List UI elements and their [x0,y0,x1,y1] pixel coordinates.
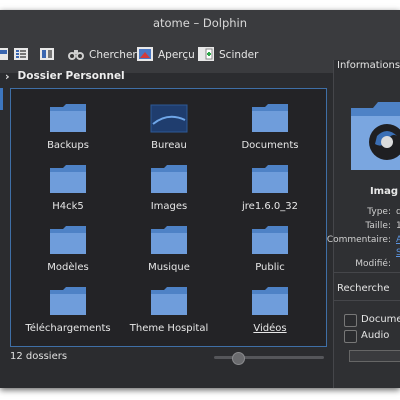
info-panel: Informations Imag Type: d Taille: 1 Comm… [327,60,400,388]
search-field[interactable] [349,350,400,362]
dolphin-window: atome – Dolphin Chercher Aperçu Scinder … [0,10,400,388]
folder-icon [151,287,187,315]
zoom-slider[interactable] [214,356,324,359]
info-comment-label: Commentaire: [326,235,391,245]
folder-label: Vidéos [253,323,287,334]
folder-icon [50,165,86,193]
icons-view-icon [0,47,14,63]
info-type-label: Type: [367,207,391,217]
folder-item[interactable]: jre1.6.0_32 [224,163,316,212]
preview-button[interactable]: Aperçu [137,37,195,73]
folder-item[interactable]: Public [224,224,316,273]
folder-icon [252,104,288,132]
folder-label: Documents [241,140,299,151]
binoculars-icon [68,47,84,63]
search-option-audio-checkbox[interactable] [344,330,357,343]
search-option-documents-label: Documen [361,314,400,325]
info-type-value: d [396,207,400,217]
split-view-icon [198,47,214,63]
folder-item[interactable]: Backups [22,102,114,151]
search-button-label: Chercher [89,49,137,61]
search-option-documents-checkbox[interactable] [344,314,357,327]
folder-icon [252,226,288,254]
panel-divider [334,272,400,273]
preview-icon [137,47,153,63]
folder-label: Modèles [47,262,89,273]
info-modified-label: Modifié: [355,259,391,269]
folder-item[interactable]: Vidéos [224,285,316,334]
folder-item[interactable]: Téléchargements [22,285,114,334]
window-titlebar[interactable]: atome – Dolphin [0,10,400,37]
status-count: 12 dossiers [10,351,68,362]
info-name: Imag [369,186,398,197]
breadcrumb[interactable]: › Dossier Personnel [5,68,125,84]
folder-item[interactable]: Documents [224,102,316,151]
folder-preview-icon [351,102,400,170]
folder-label: Backups [47,140,89,151]
info-size-label: Taille: [365,221,391,231]
details-view-icon [14,47,30,63]
file-view[interactable]: Backups Bureau Documents H4ck5 Images jr… [10,88,327,347]
split-button[interactable]: Scinder [198,37,258,73]
folder-icon [50,287,86,315]
desktop-folder-icon [150,104,188,133]
search-panel-title: Recherche [337,283,390,294]
info-size-value: 1 [396,221,400,231]
folder-label: Musique [148,262,190,273]
folder-label: Theme Hospital [129,323,209,334]
columns-view-icon [40,47,56,63]
panel-divider [334,300,400,301]
folder-icon [151,226,187,254]
zoom-slider-handle[interactable] [232,352,245,365]
folder-label: Images [150,201,188,212]
folder-label: H4ck5 [52,201,84,212]
folder-item[interactable]: Images [123,163,215,212]
split-button-label: Scinder [219,49,259,61]
folder-icon [50,226,86,254]
preview-button-label: Aperçu [158,49,195,61]
folder-item[interactable]: Musique [123,224,215,273]
info-panel-title: Informations [337,60,400,71]
search-option-audio-label: Audio [361,330,390,341]
folder-item[interactable]: H4ck5 [22,163,114,212]
window-title: atome – Dolphin [152,16,248,30]
folder-label: Téléchargements [25,323,111,334]
breadcrumb-location: Dossier Personnel [17,70,125,82]
folder-item[interactable]: Modèles [22,224,114,273]
folder-label: Public [255,262,285,273]
folder-icon [50,104,86,132]
info-comment-link[interactable]: A [396,235,400,245]
folder-icon [252,287,288,315]
folder-item[interactable]: Bureau [123,102,215,151]
folder-label: Bureau [151,140,187,151]
folder-item[interactable]: Theme Hospital [123,285,215,334]
chevron-right-icon: › [5,69,10,83]
info-comment-link-2[interactable]: S [396,248,400,258]
folder-label: jre1.6.0_32 [242,201,298,212]
places-edge[interactable] [0,88,3,110]
folder-icon [151,165,187,193]
folder-icon [252,165,288,193]
